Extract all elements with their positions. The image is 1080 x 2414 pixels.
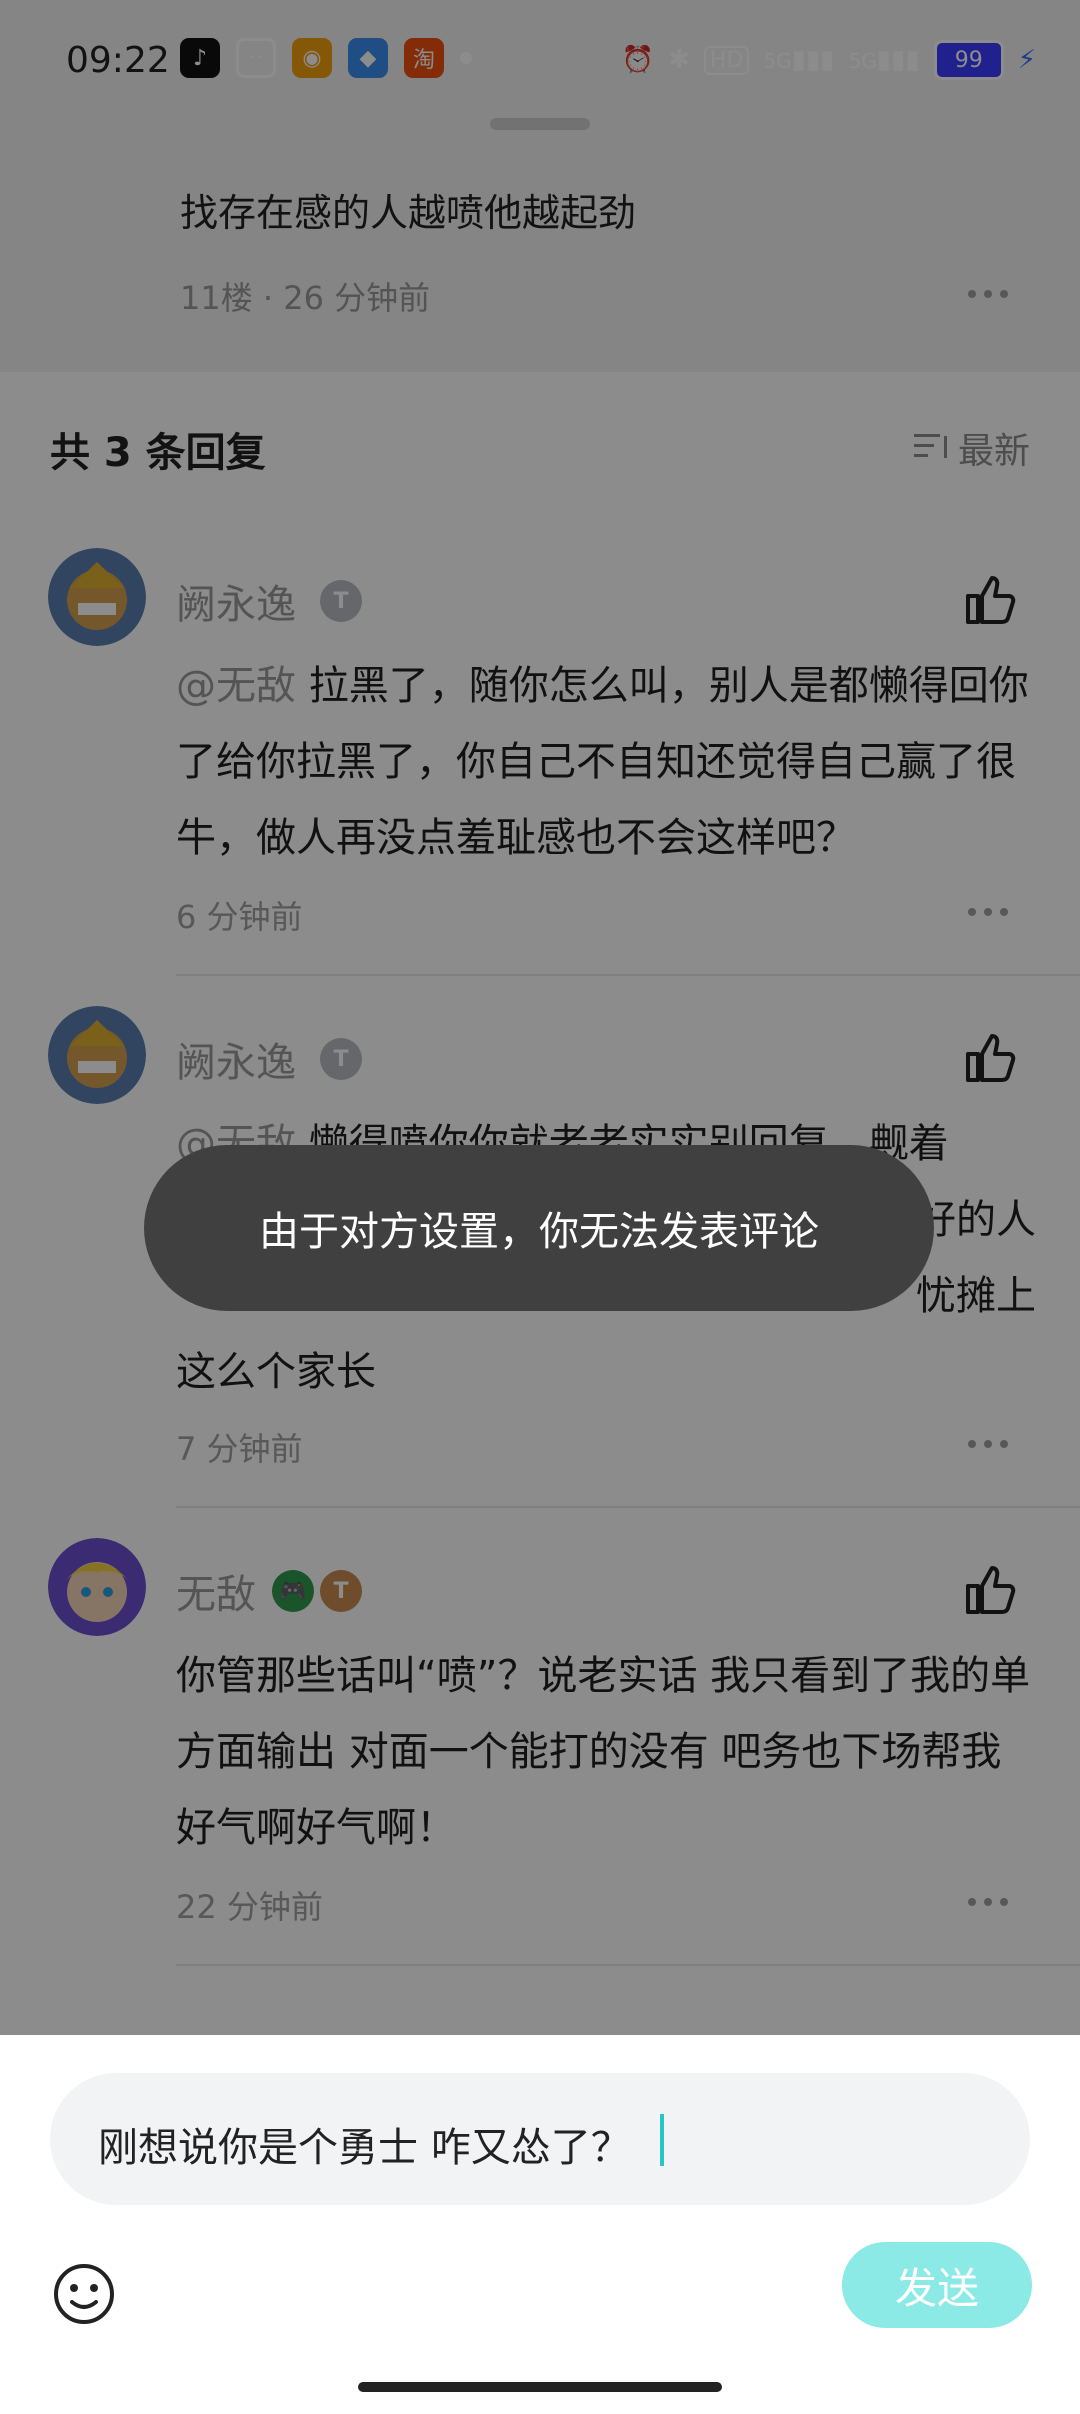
comment-input-value[interactable]: 刚想说你是个勇士 咋又怂了？: [98, 2115, 631, 2173]
home-indicator[interactable]: [358, 2382, 722, 2392]
text-caret: [660, 2114, 664, 2166]
toast-message: 由于对方设置，你无法发表评论: [144, 1145, 934, 1311]
emoji-icon[interactable]: [52, 2262, 116, 2326]
send-button[interactable]: 发送: [842, 2242, 1032, 2328]
modal-overlay[interactable]: [0, 0, 1080, 2035]
